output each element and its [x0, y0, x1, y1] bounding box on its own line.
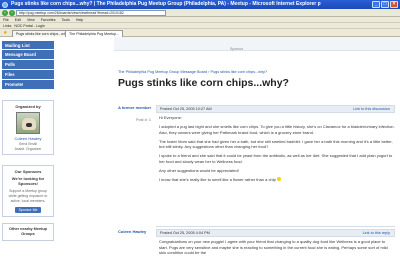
pug-photo-icon [22, 118, 36, 130]
address-input[interactable]: http://pug.meetup.com/26/boards/view/vie… [16, 10, 166, 16]
post-paragraph: The foster Mom said that she had given h… [159, 138, 393, 150]
ie-icon [2, 1, 8, 8]
post-header: Posted Oct 25, 2005 4:04 PM Link to this… [156, 229, 395, 237]
post-meta: Coleen Hawley [118, 229, 155, 234]
links-label: Links [3, 24, 12, 28]
forward-icon[interactable]: › [9, 10, 15, 16]
sidebar-item-promote[interactable]: Promote! [2, 80, 54, 90]
post-body: Hi Everyone: I adopted a pug last night … [156, 115, 395, 186]
tab-active[interactable]: The Philadelphia Pug Meetup... [65, 30, 124, 37]
window-controls: _ □ × [372, 1, 398, 8]
post-meta: A former member Post #: 1 [118, 105, 155, 122]
menu-view[interactable]: View [27, 18, 35, 22]
back-icon[interactable]: ‹ [2, 10, 8, 16]
organizer-box: Organized by Coleen Hawley Send Email As… [2, 100, 54, 155]
post-divider [156, 226, 395, 227]
post-date: Posted Oct 25, 2005 4:04 PM [160, 231, 210, 235]
sponsor-me-button[interactable]: Sponsor Me [14, 207, 42, 213]
post-body: Congratulations on your new puggie! I ag… [156, 239, 395, 259]
sidebar-item-mailing-list[interactable]: Mailing List [2, 41, 54, 50]
window-titlebar: Pugs stinks like corn chips...why? | The… [0, 0, 400, 9]
post-number: Post #: 1 [136, 118, 151, 122]
post-paragraph: Any other suggestions would be appreciat… [159, 167, 239, 173]
post-paragraph: I adopted a pug last night and she smell… [159, 124, 395, 135]
sponsors-looking: We're looking for Sponsors! [11, 176, 45, 186]
address-bar: ‹ › http://pug.meetup.com/26/boards/view… [0, 9, 400, 17]
tabs-bar: ★ Pugs stinks like corn chips...why? | T… [0, 29, 400, 37]
organizer-photo[interactable] [16, 112, 40, 134]
page-title: Pugs stinks like corn chips...why? [118, 77, 289, 89]
menu-favorites[interactable]: Favorites [41, 18, 56, 22]
menu-help[interactable]: Help [76, 18, 83, 22]
sidebar-item-polls[interactable]: Polls [2, 60, 54, 70]
menu-edit[interactable]: Edit [15, 18, 21, 22]
breadcrumb[interactable]: The Philadelphia Pug Meetup Group Messag… [118, 70, 267, 74]
sponsor-strip [114, 37, 400, 51]
minimize-icon[interactable]: _ [372, 1, 380, 8]
sidebar-item-message-board[interactable]: Message Board [2, 50, 54, 60]
organizer-email-link[interactable]: Send Email [5, 142, 51, 146]
page-content: Mailing List Message Board Polls Files P… [0, 37, 400, 272]
close-icon[interactable]: × [390, 1, 398, 8]
link-to-discussion[interactable]: Link to this discussion [353, 106, 390, 113]
post-paragraph: Congratulations on your new puggie! I ag… [159, 239, 388, 255]
post-paragraph-last: I know that she's really like to smell l… [159, 177, 395, 183]
organizer-name[interactable]: Coleen Hawley [5, 136, 51, 141]
favorites-star-icon[interactable]: ★ [3, 30, 7, 36]
post-paragraph: I spoke to a friend and she said that it… [159, 153, 393, 164]
smiley-icon [276, 177, 281, 182]
main-content: Sponsor The Philadelphia Pug Meetup Grou… [114, 37, 400, 272]
sponsor-label: Sponsor [230, 47, 244, 51]
menu-tools[interactable]: Tools [61, 18, 69, 22]
post-author[interactable]: Coleen Hawley [118, 229, 155, 234]
sponsors-box: Our Sponsors We're looking for Sponsors!… [2, 165, 54, 217]
organizer-title: Organized by [15, 104, 41, 109]
sponsors-title: Our Sponsors [14, 169, 42, 174]
menu-file[interactable]: File [3, 18, 9, 22]
post-author[interactable]: A former member [118, 105, 155, 110]
link-to-reply[interactable]: Link to this reply [363, 230, 390, 237]
links-item-noc[interactable]: NOC Portal - Login [14, 24, 44, 28]
post-paragraph-text: I know that she's really like to smell l… [159, 176, 276, 182]
post-paragraph: Hi Everyone: [159, 115, 182, 120]
sidebar: Mailing List Message Board Polls Files P… [2, 41, 54, 241]
sidebar-item-files[interactable]: Files [2, 70, 54, 80]
sponsors-body: Support a Meetup group while getting exp… [8, 189, 48, 203]
other-groups-box[interactable]: Other nearby Meetup Groups [2, 223, 54, 241]
maximize-icon[interactable]: □ [381, 1, 389, 8]
window-title: Pugs stinks like corn chips...why? | The… [11, 1, 321, 7]
post-date: Posted Oct 25, 2005 10:27 AM [160, 107, 212, 111]
post-header: Posted Oct 25, 2005 10:27 AM Link to thi… [156, 105, 395, 113]
organizer-role: Assist. Organizer [14, 147, 42, 151]
